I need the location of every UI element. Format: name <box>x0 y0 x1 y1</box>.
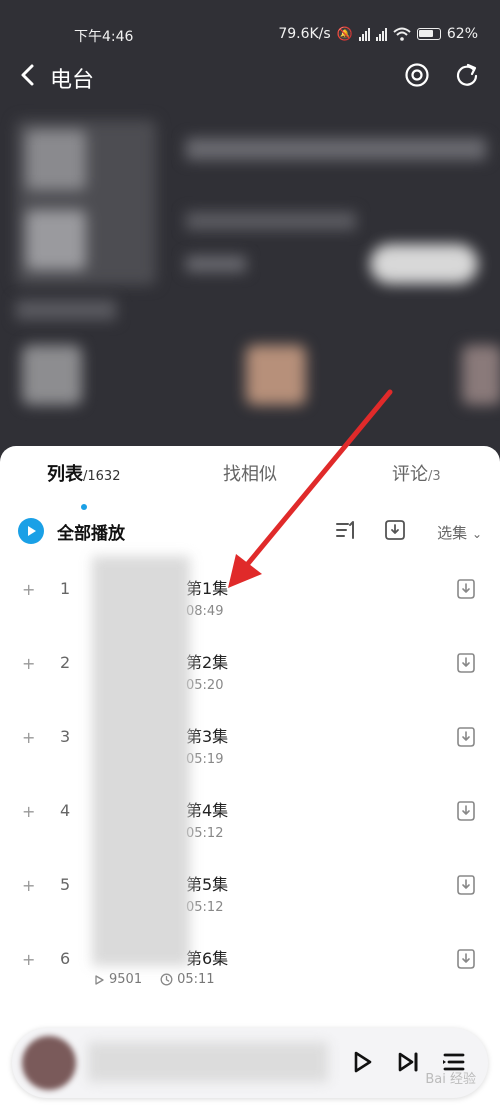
episode-list-sheet: 列表/1632 找相似 评论/3 全部播放 选集 ⌄ + 1 第1集 08:49… <box>0 446 500 1111</box>
active-tab-indicator <box>81 504 87 510</box>
episode-number: 1 <box>60 579 71 598</box>
episode-title: 第5集 <box>186 875 229 894</box>
add-to-playlist-icon[interactable]: + <box>22 728 35 747</box>
episode-duration: 08:49 <box>186 604 224 619</box>
page-title: 电台 <box>50 68 95 93</box>
cover-art-blurred <box>16 120 156 285</box>
episode-row[interactable]: + 3 第3集 05:19 <box>0 712 500 786</box>
battery-level: 62% <box>446 26 478 42</box>
episode-row[interactable]: + 4 第4集 05:12 <box>0 786 500 860</box>
episode-number: 4 <box>60 801 71 820</box>
download-icon[interactable] <box>456 652 476 674</box>
now-playing-cover[interactable] <box>22 1036 76 1090</box>
related-item-blurred[interactable] <box>246 345 306 405</box>
episode-row[interactable]: + 2 第2集 05:20 <box>0 638 500 712</box>
play-count-icon <box>95 974 104 985</box>
clock-icon <box>160 973 173 986</box>
program-meta-blurred <box>186 212 356 230</box>
download-icon[interactable] <box>456 948 476 970</box>
episode-number: 3 <box>60 727 71 746</box>
episode-row[interactable]: + 1 第1集 08:49 <box>0 564 500 638</box>
subscribe-button-blurred[interactable] <box>370 244 478 284</box>
episode-title: 第4集 <box>186 801 229 820</box>
add-to-playlist-icon[interactable]: + <box>22 876 35 895</box>
tab-list-label: 列表 <box>47 464 83 485</box>
episode-meta: 9501 05:11 <box>93 972 215 987</box>
watermark: Bai 经验 <box>425 1072 476 1087</box>
nav-bar: 电台 <box>0 56 500 96</box>
battery-icon <box>416 28 441 40</box>
episode-duration: 05:20 <box>186 678 224 693</box>
tab-comments[interactable]: 评论/3 <box>392 460 441 486</box>
play-circle-icon <box>18 518 44 544</box>
play-icon[interactable] <box>348 1048 376 1076</box>
related-item-blurred[interactable] <box>462 345 500 405</box>
program-tag-blurred <box>186 256 246 272</box>
section-label-blurred <box>16 300 116 320</box>
episode-number: 2 <box>60 653 71 672</box>
episode-title: 第6集 <box>186 949 229 968</box>
status-time: 下午4:46 <box>74 29 134 45</box>
add-to-playlist-icon[interactable]: + <box>22 950 35 969</box>
select-episodes-label: 选集 <box>437 524 468 542</box>
tab-similar-label: 找相似 <box>223 464 277 485</box>
program-title-blurred <box>186 138 486 160</box>
share-icon[interactable] <box>454 62 480 88</box>
play-all-button[interactable]: 全部播放 <box>18 516 125 546</box>
episode-title: 第1集 <box>186 579 229 598</box>
related-item-blurred[interactable] <box>22 345 82 405</box>
add-to-playlist-icon[interactable]: + <box>22 580 35 599</box>
wifi-icon <box>393 27 411 41</box>
episode-number: 5 <box>60 875 71 894</box>
play-all-label: 全部播放 <box>57 523 125 544</box>
redacted-titles-overlay <box>92 556 190 966</box>
tab-list-count: /1632 <box>83 469 121 484</box>
status-indicators: 79.6K/s 🔕 62% <box>278 26 478 42</box>
back-arrow-icon[interactable] <box>14 60 44 90</box>
episode-row[interactable]: + 5 第5集 05:12 <box>0 860 500 934</box>
episode-duration: 05:12 <box>186 826 224 841</box>
episode-row[interactable]: + 6 第6集 9501 05:11 <box>0 934 500 1008</box>
tab-comments-count: /3 <box>428 469 441 484</box>
network-speed: 79.6K/s <box>278 26 331 42</box>
select-episodes-button[interactable]: 选集 ⌄ <box>437 522 482 543</box>
episode-duration: 05:12 <box>186 900 224 915</box>
add-to-playlist-icon[interactable]: + <box>22 802 35 821</box>
episode-duration: 05:19 <box>186 752 224 767</box>
status-bar: 下午4:46 79.6K/s 🔕 62% <box>0 22 500 48</box>
episode-duration: 05:11 <box>177 972 215 987</box>
tab-similar[interactable]: 找相似 <box>223 460 277 486</box>
tab-comments-label: 评论 <box>392 464 428 485</box>
download-icon[interactable] <box>456 800 476 822</box>
mute-icon: 🔕 <box>336 26 353 42</box>
next-track-icon[interactable] <box>394 1048 422 1076</box>
now-playing-title-blurred <box>88 1042 328 1082</box>
episode-title: 第3集 <box>186 727 229 746</box>
tab-bar: 列表/1632 找相似 评论/3 <box>0 460 500 510</box>
play-count: 9501 <box>109 972 143 987</box>
add-to-playlist-icon[interactable]: + <box>22 654 35 673</box>
download-icon[interactable] <box>456 874 476 896</box>
chevron-down-icon: ⌄ <box>471 527 482 541</box>
download-icon[interactable] <box>456 726 476 748</box>
signal-icon <box>358 27 370 41</box>
episode-number: 6 <box>60 949 71 968</box>
download-all-icon[interactable] <box>384 518 406 542</box>
download-icon[interactable] <box>456 578 476 600</box>
signal-icon <box>375 27 387 41</box>
mini-player[interactable] <box>12 1028 488 1098</box>
episode-title: 第2集 <box>186 653 229 672</box>
tab-list[interactable]: 列表/1632 <box>47 460 120 486</box>
sort-icon[interactable] <box>334 518 358 542</box>
target-icon[interactable] <box>404 62 430 88</box>
